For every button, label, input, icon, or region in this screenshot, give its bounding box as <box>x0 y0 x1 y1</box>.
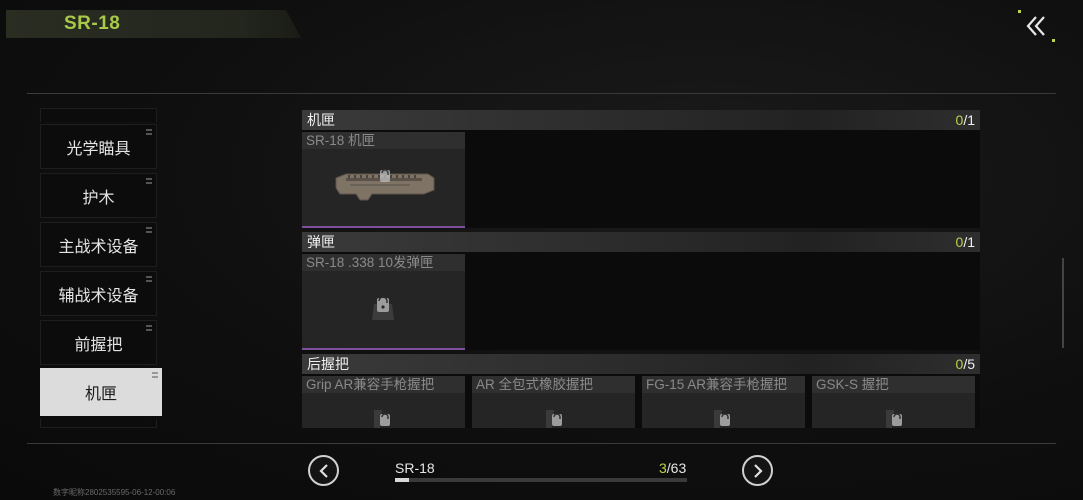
corner-mark <box>146 329 152 331</box>
section-title: 后握把 <box>307 356 349 372</box>
section-count: 0/5 <box>956 356 975 372</box>
rarity-bar <box>302 226 465 228</box>
corner-mark <box>152 376 158 378</box>
sidebar-item-partial <box>40 108 157 122</box>
count-total: /5 <box>963 356 975 372</box>
sidebar-item-receiver[interactable]: 机匣 <box>40 368 162 416</box>
corner-dot <box>1018 10 1021 13</box>
count-total: /1 <box>963 112 975 128</box>
grip-part-icon <box>886 410 902 428</box>
double-chevron-left-icon <box>1026 16 1045 36</box>
corner-mark <box>146 276 152 278</box>
part-card-label: Grip AR兼容手枪握把 <box>302 376 465 393</box>
bottom-divider <box>27 443 1056 444</box>
part-card[interactable]: AR 全包式橡胶握把 <box>472 376 635 428</box>
section-body-magazine: SR-18 .338 10发弹匣 <box>302 252 980 350</box>
next-weapon-button[interactable] <box>742 455 773 486</box>
chevron-left-icon <box>318 463 328 478</box>
corner-mark <box>146 280 152 282</box>
part-card[interactable]: Grip AR兼容手枪握把 <box>302 376 465 428</box>
section-title: 机匣 <box>307 112 335 128</box>
sidebar-item-label: 辅战术设备 <box>58 287 139 305</box>
part-card[interactable]: SR-18 .338 10发弹匣 <box>302 254 465 350</box>
sidebar-item-label: 光学瞄具 <box>66 140 131 158</box>
corner-dot <box>1052 39 1055 42</box>
watermark-text: 数字昵称2802535595-06-12-00:06 <box>53 488 176 497</box>
page-title: SR-18 <box>64 13 121 34</box>
category-sidebar: 光学瞄具 护木 主战术设备 辅战术设备 前握把 机匣 <box>40 108 162 428</box>
sidebar-item-optics[interactable]: 光学瞄具 <box>40 124 157 169</box>
corner-mark <box>146 325 152 327</box>
part-card-label: GSK-S 握把 <box>812 376 975 393</box>
rarity-bar <box>302 348 465 350</box>
page-total: /63 <box>666 460 687 476</box>
grip-part-icon <box>374 410 390 428</box>
grip-part-icon <box>546 410 562 428</box>
page-counter: 3/63 <box>659 460 686 476</box>
magazine-part-icon <box>372 296 394 320</box>
count-total: /1 <box>963 234 975 250</box>
corner-mark <box>146 231 152 233</box>
page-progress-fill <box>395 478 409 482</box>
section-title: 弹匣 <box>307 234 335 250</box>
title-tab <box>6 10 301 38</box>
section-body-receiver: SR-18 机匣 <box>302 130 980 228</box>
page-current: 3 <box>659 460 667 476</box>
sidebar-item-aux-tactical[interactable]: 辅战术设备 <box>40 271 157 316</box>
section-body-grip: Grip AR兼容手枪握把 AR 全包式橡胶握把 FG-15 AR兼容手枪握把 … <box>302 374 980 428</box>
part-card-label: SR-18 机匣 <box>302 132 465 149</box>
prev-weapon-button[interactable] <box>308 455 339 486</box>
sidebar-item-label: 机匣 <box>84 386 117 403</box>
back-button[interactable] <box>1016 10 1056 42</box>
section-count: 0/1 <box>956 112 975 128</box>
section-header-magazine: 弹匣 0/1 <box>302 232 980 252</box>
sidebar-item-handguard[interactable]: 护木 <box>40 173 157 218</box>
part-card-label: AR 全包式橡胶握把 <box>472 376 635 393</box>
part-card[interactable]: SR-18 机匣 <box>302 132 465 228</box>
corner-mark <box>152 372 158 374</box>
sidebar-item-partial <box>40 419 157 428</box>
corner-mark <box>146 178 152 180</box>
sidebar-item-main-tactical[interactable]: 主战术设备 <box>40 222 157 267</box>
section-header-grip: 后握把 0/5 <box>302 354 980 374</box>
corner-mark <box>146 182 152 184</box>
sidebar-item-label: 主战术设备 <box>58 238 139 256</box>
top-divider <box>27 93 1056 94</box>
corner-mark <box>146 227 152 229</box>
page-progress-bar <box>395 478 687 482</box>
sidebar-item-label: 前握把 <box>74 336 123 354</box>
weapon-name: SR-18 <box>395 460 435 476</box>
section-count: 0/1 <box>956 234 975 250</box>
part-card[interactable]: FG-15 AR兼容手枪握把 <box>642 376 805 428</box>
scrollbar[interactable] <box>1062 258 1064 348</box>
grip-part-icon <box>714 410 730 428</box>
part-card-label: FG-15 AR兼容手枪握把 <box>642 376 805 393</box>
corner-mark <box>146 129 152 131</box>
part-card-label: SR-18 .338 10发弹匣 <box>302 254 465 271</box>
part-card[interactable]: GSK-S 握把 <box>812 376 975 428</box>
corner-mark <box>146 133 152 135</box>
receiver-part-icon <box>335 169 435 201</box>
section-header-receiver: 机匣 0/1 <box>302 110 980 130</box>
sidebar-item-label: 护木 <box>82 189 115 207</box>
chevron-right-icon <box>753 463 763 478</box>
sidebar-item-foregrip[interactable]: 前握把 <box>40 320 157 365</box>
